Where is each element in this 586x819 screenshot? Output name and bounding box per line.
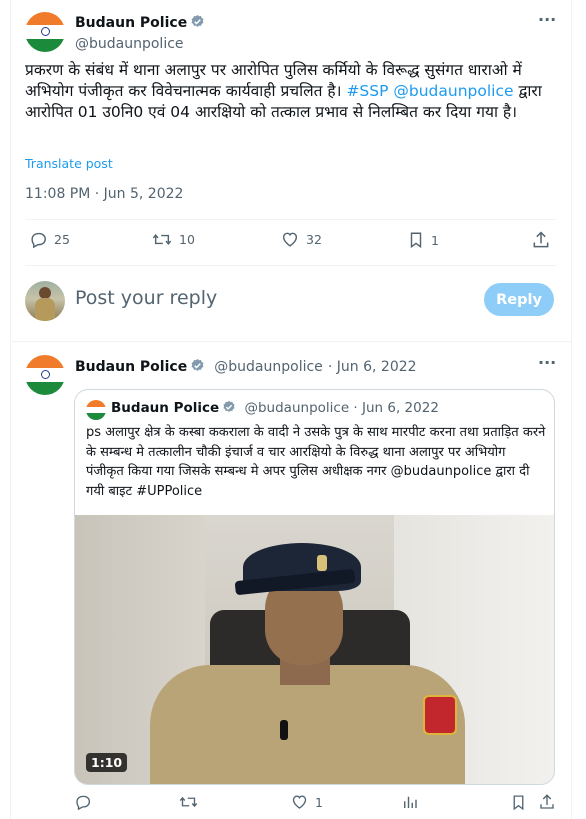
bookmark-count: 1 [431, 232, 439, 248]
bookmark-icon [410, 232, 422, 249]
tweet-actions: 25 10 32 1 [25, 230, 555, 256]
author-name[interactable]: Budaun Police [75, 15, 187, 31]
reply-input[interactable]: Post your reply [75, 287, 217, 309]
reply-action[interactable]: 25 [29, 230, 70, 249]
author-avatar[interactable] [25, 12, 65, 52]
quoted-tweet[interactable]: Budaun Police @budaunpolice · Jun 6, 202… [74, 389, 555, 785]
like-action[interactable]: 1 [290, 793, 323, 811]
post-timestamp[interactable]: 11:08 PM · Jun 5, 2022 [25, 186, 183, 202]
reply-date[interactable]: · Jun 6, 2022 [328, 359, 417, 375]
divider [25, 265, 556, 266]
reply-author-info: Budaun Police @budaunpolice · Jun 6, 202… [75, 356, 417, 377]
like-count: 32 [306, 232, 322, 247]
repost-count: 10 [179, 232, 195, 247]
translate-post-link[interactable]: Translate post [25, 156, 113, 171]
like-action[interactable]: 32 [280, 230, 322, 249]
tweet-text: प्रकरण के संबंध में थाना अलापुर पर आरोपि… [25, 60, 560, 123]
bookmark-action[interactable]: 1 [407, 230, 439, 250]
analytics-icon [404, 796, 417, 808]
heart-icon [292, 795, 307, 809]
share-action[interactable] [538, 793, 556, 811]
hashtag-link[interactable]: #SSP [346, 82, 388, 100]
reply-author-name[interactable]: Budaun Police [75, 359, 187, 375]
reply-icon [76, 795, 91, 811]
verified-badge-icon [190, 14, 205, 33]
reply-author-avatar[interactable] [25, 355, 65, 395]
current-user-avatar[interactable] [25, 281, 65, 321]
verified-badge-icon [190, 358, 205, 377]
share-action[interactable] [531, 230, 551, 250]
quoted-author-name: Budaun Police [111, 400, 220, 416]
repost-icon [179, 796, 198, 808]
more-options-icon[interactable]: ··· [538, 10, 556, 29]
like-count: 1 [315, 794, 323, 810]
author-handle[interactable]: @budaunpolice [75, 36, 205, 52]
repost-action[interactable] [178, 793, 199, 811]
reply-tweet-actions: 1 [74, 793, 558, 815]
quoted-author-handle: @budaunpolice [244, 400, 350, 416]
author-info: Budaun Police @budaunpolice [75, 12, 205, 52]
bookmark-action[interactable] [510, 793, 527, 812]
repost-icon [152, 234, 172, 245]
more-options-icon[interactable]: ··· [538, 353, 556, 372]
quoted-author-avatar [86, 400, 106, 420]
bookmark-icon [513, 795, 524, 811]
video-duration: 1:10 [86, 753, 128, 772]
share-icon [540, 794, 554, 809]
quoted-text: ps अलापुर क्षेत्र के कस्बा ककराला के वाद… [86, 425, 546, 499]
video-player[interactable]: 1:10 [75, 515, 554, 784]
reply-icon [31, 232, 46, 249]
reply-button[interactable]: Reply [484, 283, 554, 316]
repost-action[interactable]: 10 [151, 230, 195, 249]
divider [25, 219, 556, 220]
quoted-author-info: Budaun Police @budaunpolice · Jun 6, 202… [111, 400, 439, 418]
share-icon [533, 231, 549, 248]
india-flag-avatar [25, 12, 65, 52]
reply-action[interactable] [74, 793, 92, 811]
shoulder-patch [423, 695, 457, 735]
views-action[interactable] [401, 793, 419, 811]
reply-count: 25 [54, 232, 70, 247]
quoted-date: · Jun 6, 2022 [353, 400, 439, 416]
divider [10, 341, 572, 342]
lapel-mic [280, 720, 288, 740]
verified-badge-icon [222, 400, 236, 418]
reply-author-handle[interactable]: @budaunpolice [214, 359, 323, 375]
mention-link[interactable]: @budaunpolice [393, 82, 513, 100]
heart-icon [282, 232, 298, 247]
